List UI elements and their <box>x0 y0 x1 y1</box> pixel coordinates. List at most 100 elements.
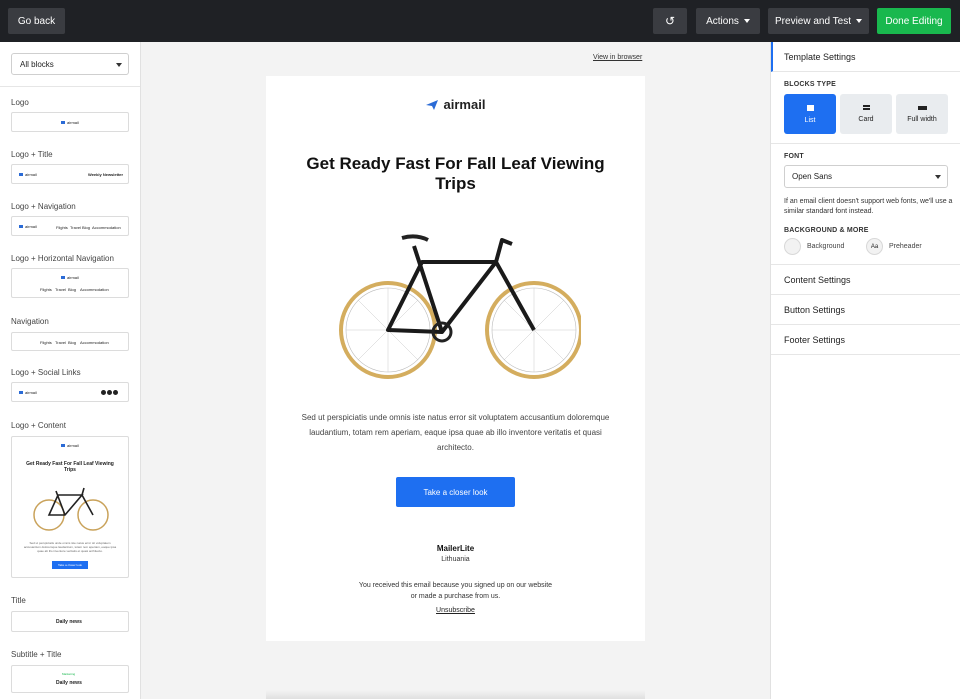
block-label-title: Title <box>11 596 26 605</box>
mini-logo-text: airmail <box>67 275 79 280</box>
mini-logo-text: airmail <box>25 390 37 395</box>
mini-logo: airmail <box>61 120 79 125</box>
go-back-button[interactable]: Go back <box>8 8 65 34</box>
content-settings-header[interactable]: Content Settings <box>771 265 960 295</box>
block-label-subtitle-title: Subtitle + Title <box>11 650 62 659</box>
block-type-full-width[interactable]: Full width <box>896 94 948 134</box>
email-body-text[interactable]: Sed ut perspiciatis unde omnis iste natu… <box>298 410 613 455</box>
unsubscribe-link[interactable]: Unsubscribe <box>266 607 645 614</box>
block-type-list[interactable]: List <box>784 94 836 134</box>
block-type-label: List <box>804 116 816 124</box>
button-settings-header[interactable]: Button Settings <box>771 295 960 325</box>
preview-label: Preview and Test <box>775 15 851 27</box>
block-type-label: Full width <box>907 115 937 123</box>
preview-and-test-dropdown[interactable]: Preview and Test <box>768 8 869 34</box>
paper-plane-icon <box>61 444 65 447</box>
facebook-icon <box>101 390 106 395</box>
blocks-sidebar: All blocks Logo airmail Logo + Title air… <box>0 42 141 699</box>
block-logo[interactable]: airmail <box>11 112 129 132</box>
settings-sidebar: Template Settings BLOCKS TYPE List Card … <box>770 42 960 699</box>
mini-newsletter-title: Weekly Newsletter <box>88 172 124 177</box>
mini-nav-item: Blog <box>82 225 91 230</box>
text-icon: Aa <box>866 238 883 255</box>
cta-button[interactable]: Take a closer look <box>396 477 515 507</box>
footer-notice: You received this email because you sign… <box>358 582 553 600</box>
block-logo-social-links[interactable]: airmail <box>11 382 129 402</box>
top-bar: Go back ↺ Actions Preview and Test Done … <box>0 0 960 42</box>
footer-company[interactable]: MailerLite <box>266 544 645 553</box>
mini-headline: Get Ready Fast For Fall Leaf Viewing Tri… <box>26 461 114 473</box>
paper-plane-icon <box>19 225 23 228</box>
font-value: Open Sans <box>792 172 833 181</box>
view-in-browser-link[interactable]: View in browser <box>593 54 642 61</box>
block-logo-content[interactable]: airmail Get Ready Fast For Fall Leaf Vie… <box>11 436 129 578</box>
chevron-down-icon <box>855 19 862 23</box>
block-label-logo-navigation: Logo + Navigation <box>11 202 76 211</box>
actions-dropdown[interactable]: Actions <box>696 8 760 34</box>
background-swatch-icon <box>784 238 801 255</box>
chevron-down-icon <box>116 63 122 67</box>
template-settings-header[interactable]: Template Settings <box>771 42 960 72</box>
block-label-logo: Logo <box>11 98 29 107</box>
block-label-logo-title: Logo + Title <box>11 150 53 159</box>
done-editing-button[interactable]: Done Editing <box>877 8 951 34</box>
mini-nav-item: Accommodation <box>92 225 121 230</box>
email-headline[interactable]: Get Ready Fast For Fall Leaf Viewing Tri… <box>296 154 615 194</box>
block-label-navigation: Navigation <box>11 317 49 326</box>
mini-nav-item: Travel <box>55 340 66 345</box>
paper-plane-icon <box>19 173 23 176</box>
divider <box>771 143 960 144</box>
actions-label: Actions <box>706 15 739 27</box>
canvas-bottom-shadow <box>266 690 645 699</box>
mini-nav-item: Flights <box>40 340 52 345</box>
mini-logo: airmail <box>61 443 79 448</box>
footer-settings-header[interactable]: Footer Settings <box>771 325 960 355</box>
bike-image[interactable] <box>336 226 581 386</box>
footer-country: Lithuania <box>441 556 470 563</box>
mini-subtitle-text: Marketing <box>62 672 76 676</box>
email-logo[interactable]: airmail <box>266 97 645 112</box>
mini-nav-item: Flights <box>56 225 68 230</box>
block-type-card[interactable]: Card <box>840 94 892 134</box>
full-width-icon <box>917 105 927 110</box>
preheader-button[interactable]: Aa Preheader <box>866 238 922 255</box>
block-subtitle-title[interactable]: Marketing Daily news <box>11 665 129 693</box>
chevron-down-icon <box>743 19 750 23</box>
divider <box>0 86 140 87</box>
mini-bike-image <box>33 487 109 531</box>
mini-nav-item: Blog <box>68 340 77 345</box>
mini-logo-text: airmail <box>25 224 37 229</box>
background-heading: BACKGROUND & MORE <box>784 227 869 234</box>
mini-logo: airmail <box>19 224 37 229</box>
block-label-logo-content: Logo + Content <box>11 421 66 430</box>
mini-logo: airmail <box>61 275 79 280</box>
mini-title-text: Daily news <box>56 680 82 686</box>
block-logo-navigation[interactable]: airmail Flights Travel Blog Accommodatio… <box>11 216 129 236</box>
mini-body-text: Sed ut perspiciatis unde omnis iste natu… <box>23 541 117 553</box>
social-icons <box>101 390 118 395</box>
block-logo-title[interactable]: airmail Weekly Newsletter <box>11 164 129 184</box>
block-type-label: Card <box>858 116 874 123</box>
undo-button[interactable]: ↺ <box>653 8 687 34</box>
font-hint: If an email client doesn't support web f… <box>784 198 953 215</box>
undo-icon: ↺ <box>664 14 676 28</box>
background-label: Background <box>807 243 845 250</box>
block-logo-horizontal-navigation[interactable]: airmail Flights Travel Blog Accommodatio… <box>11 268 129 298</box>
mini-cta-button: Take a closer look <box>52 561 88 569</box>
background-button[interactable]: Background <box>784 238 844 255</box>
block-title[interactable]: Daily news <box>11 611 129 632</box>
font-select[interactable]: Open Sans <box>784 165 948 188</box>
block-label-logo-social-links: Logo + Social Links <box>11 368 81 377</box>
brand-name: airmail <box>443 97 486 112</box>
instagram-icon <box>113 390 118 395</box>
block-navigation[interactable]: Flights Travel Blog Accommodation <box>11 332 129 351</box>
email-body[interactable]: airmail Get Ready Fast For Fall Leaf Vie… <box>266 76 645 641</box>
twitter-icon <box>107 390 112 395</box>
mini-logo-text: airmail <box>67 443 79 448</box>
paper-plane-icon <box>19 391 23 394</box>
blocks-filter-select[interactable]: All blocks <box>11 53 129 75</box>
chevron-down-icon <box>935 175 941 179</box>
mini-nav-item: Flights <box>40 287 52 292</box>
mini-nav-item: Blog <box>68 287 77 292</box>
blocks-type-heading: BLOCKS TYPE <box>784 81 836 88</box>
